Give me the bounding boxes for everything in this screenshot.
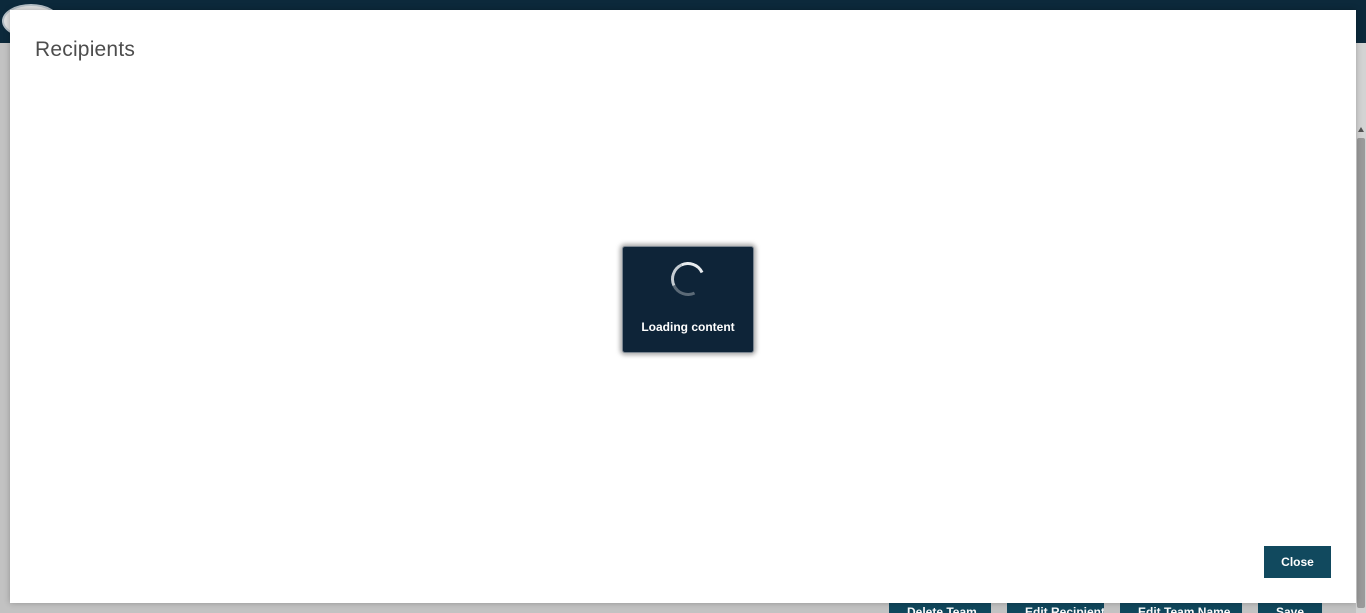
spinner-icon [666,257,710,301]
loading-panel: Loading content [622,246,754,353]
loading-text: Loading content [641,320,735,334]
modal-title: Recipients [35,38,136,61]
close-button[interactable]: Close [1264,546,1331,578]
